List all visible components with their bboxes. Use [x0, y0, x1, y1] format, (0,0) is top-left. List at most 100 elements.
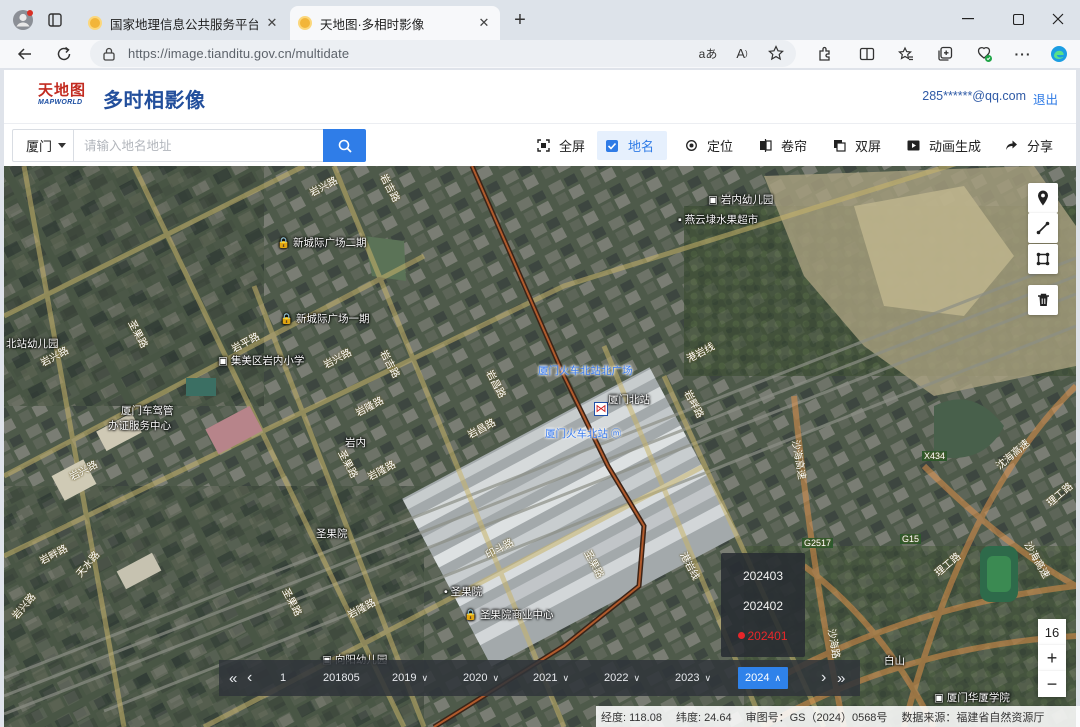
new-tab-button[interactable]: +	[510, 9, 530, 31]
tab-actions-icon[interactable]	[45, 10, 65, 30]
refresh-icon[interactable]	[52, 42, 76, 66]
latitude-readout: 纬度: 24.64	[675, 711, 732, 724]
locate-button[interactable]: 定位	[676, 131, 741, 160]
data-source: 数据来源：福建省自然资源厅	[901, 711, 1045, 724]
poi-yannei-kindergarten[interactable]: ▣ 岩内幼儿园	[708, 192, 773, 207]
poi-xinchengji-1[interactable]: 🔒 新城际广场一期	[280, 311, 370, 326]
dual-screen-label: 双屏	[855, 139, 882, 154]
map-toolbar: 厦门 全屏 地名 定位 卷帘 双屏 动画生成 分享	[4, 124, 1076, 166]
tab-tianditu-portal[interactable]: 国家地理信息公共服务平台 天地图 ✕	[80, 6, 288, 40]
month-popover: 202403 202402 202401	[721, 553, 805, 657]
url-bar[interactable]: https://image.tianditu.gov.cn/multidate	[90, 40, 796, 67]
zoom-in-button[interactable]: +	[1038, 645, 1066, 671]
chevron-down-icon: ∨	[633, 672, 641, 683]
timeline-item-label: 2024	[745, 672, 770, 684]
timeline-item-201805[interactable]: 201805	[316, 667, 367, 689]
measure-line-button[interactable]	[1028, 213, 1058, 243]
marker-tool-button[interactable]	[1028, 183, 1058, 213]
tianditu-favicon	[88, 16, 102, 30]
timeline-item-2023[interactable]: 2023 ∨	[668, 667, 718, 689]
split-screen-icon[interactable]	[856, 43, 878, 65]
window-close-icon[interactable]	[1046, 7, 1070, 31]
locate-label: 定位	[707, 139, 734, 154]
edge-icon[interactable]	[1048, 43, 1070, 65]
close-icon[interactable]: ✕	[476, 15, 492, 31]
fullscreen-button[interactable]: 全屏	[528, 131, 593, 160]
profile-icon[interactable]	[12, 9, 34, 31]
translate-icon[interactable]: aあ	[698, 43, 718, 63]
timeline-item-2022[interactable]: 2022 ∨	[597, 667, 647, 689]
minimize-icon[interactable]	[956, 7, 980, 31]
poi-vehicle-office-2[interactable]: 办证服务中心	[108, 418, 171, 433]
poi-north-station-square[interactable]: 厦门火车北站北广场	[538, 363, 633, 378]
chevron-down-icon: ∨	[704, 672, 712, 683]
timeline-item-2024[interactable]: 2024 ∧	[738, 667, 789, 689]
favorites-icon[interactable]	[895, 43, 917, 65]
station-marker-icon[interactable]: ⋈	[594, 402, 608, 416]
animation-icon	[906, 139, 920, 153]
logo-text: 天地图	[38, 81, 87, 99]
timeline-item-2019[interactable]: 2019 ∨	[385, 667, 435, 689]
zoom-out-button[interactable]: −	[1038, 671, 1066, 697]
timeline-item-2021[interactable]: 2021 ∨	[526, 667, 576, 689]
extensions-icon[interactable]	[814, 43, 836, 65]
more-icon[interactable]: ···	[1012, 43, 1034, 65]
poi-xinchengji-2[interactable]: 🔒 新城际广场二期	[277, 235, 367, 250]
poi-shengguoyuan-center[interactable]: 🔒 圣果院商业中心	[464, 607, 554, 622]
approval-number: 审图号：GS（2024）0568号	[745, 711, 888, 724]
animation-button[interactable]: 动画生成	[898, 131, 989, 160]
copilot-icon[interactable]	[973, 43, 995, 65]
clear-tool-button[interactable]	[1028, 285, 1058, 315]
poi-huaxia-college[interactable]: ▣ 厦门华厦学院	[934, 690, 1010, 705]
next-icon[interactable]: ›	[821, 660, 826, 696]
month-option-selected[interactable]: 202401	[721, 629, 805, 643]
measure-area-button[interactable]	[1028, 244, 1058, 274]
user-account[interactable]: 285******@qq.com	[922, 89, 1026, 103]
share-label: 分享	[1027, 139, 1054, 154]
month-option[interactable]: 202402	[721, 599, 805, 613]
timeline-item-2020[interactable]: 2020 ∨	[456, 667, 506, 689]
satellite-map[interactable]: ▣ 岩内幼儿园 ▪ 燕云埭水果超市 🔒 新城际广场二期 🔒 新城际广场一期 北站…	[4, 166, 1076, 727]
poi-jimei-school[interactable]: ▣ 集美区岩内小学	[218, 353, 304, 368]
month-option-label: 202401	[747, 629, 788, 643]
dual-screen-button[interactable]: 双屏	[824, 131, 889, 160]
poi-xiamen-north[interactable]: 厦门北站	[608, 392, 650, 407]
place-names-label: 地名	[628, 139, 655, 154]
close-icon[interactable]: ✕	[264, 15, 280, 31]
site-info-icon[interactable]	[102, 47, 116, 61]
search-button[interactable]	[323, 129, 366, 162]
map-status-bar: 经度: 118.08 纬度: 24.64 审图号：GS（2024）0568号 数…	[596, 706, 1080, 727]
timeline-item-label: 2021	[533, 672, 558, 684]
poi-yanyundi-fruit[interactable]: ▪ 燕云埭水果超市	[678, 212, 758, 227]
poi-north-station[interactable]: 厦门火车北站 ⓜ	[545, 426, 621, 441]
maximize-icon[interactable]	[1006, 7, 1030, 31]
share-button[interactable]: 分享	[996, 131, 1061, 160]
prev-icon[interactable]: ‹	[247, 660, 252, 696]
logo-subtext: MAPWORLD	[38, 99, 83, 106]
poi-baishan[interactable]: 白山	[884, 653, 905, 668]
satellite-imagery	[4, 166, 1076, 727]
swipe-button[interactable]: 卷帘	[750, 131, 815, 160]
poi-shengguoyuan-2[interactable]: • 圣果院	[444, 584, 482, 599]
last-page-icon[interactable]: »	[837, 660, 845, 696]
chevron-down-icon: ∨	[421, 672, 429, 683]
search-input[interactable]	[74, 129, 324, 162]
favorite-icon[interactable]	[766, 43, 786, 63]
back-icon[interactable]	[13, 42, 37, 66]
poi-vehicle-office-1[interactable]: 厦门车驾管	[121, 403, 174, 418]
highway-shield: G2517	[802, 538, 834, 548]
timeline-item-label: 2023	[675, 672, 700, 684]
place-names-toggle[interactable]: 地名	[597, 131, 667, 160]
poi-shengguoyuan-1[interactable]: 圣果院	[316, 526, 348, 541]
collections-icon[interactable]	[934, 43, 956, 65]
first-page-icon[interactable]: «	[229, 660, 237, 696]
tianditu-logo[interactable]: 天地图 MAPWORLD	[38, 82, 88, 112]
timeline-index: 1	[280, 672, 287, 684]
month-option[interactable]: 202403	[721, 569, 805, 583]
tab-multidate[interactable]: 天地图·多相时影像 ✕	[290, 6, 500, 40]
read-aloud-icon[interactable]: A)	[732, 43, 752, 63]
page-title: 多时相影像	[103, 90, 206, 112]
logout-link[interactable]: 退出	[1033, 89, 1058, 108]
city-select[interactable]: 厦门	[12, 129, 74, 162]
fullscreen-label: 全屏	[559, 139, 586, 154]
